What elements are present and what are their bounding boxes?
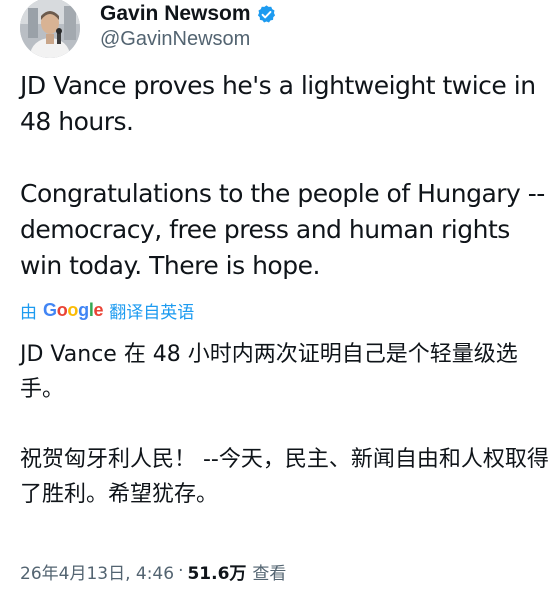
tweet-meta: 26年4月13日, 4:46 · 51.6万 查看	[20, 557, 286, 585]
author-handle[interactable]: @GavinNewsom	[100, 28, 277, 51]
author-display-name[interactable]: Gavin Newsom	[100, 2, 251, 26]
avatar[interactable]	[20, 0, 80, 58]
meta-separator: ·	[178, 561, 184, 581]
view-count: 51.6万	[187, 563, 247, 584]
tweet-header: Gavin Newsom @GavinNewsom	[20, 0, 540, 60]
tweet-timestamp[interactable]: 26年4月13日, 4:46	[20, 559, 174, 584]
display-name-row: Gavin Newsom	[100, 0, 277, 28]
translated-text: JD Vance 在 48 小时内两次证明自己是个轻量级选手。 祝贺匈牙利人民！…	[20, 337, 550, 512]
tweet: Gavin Newsom @GavinNewsom JD Vance prove…	[0, 0, 554, 593]
author-names: Gavin Newsom @GavinNewsom	[100, 0, 277, 51]
google-logo: Google	[43, 299, 104, 320]
translated-paragraph: JD Vance 在 48 小时内两次证明自己是个轻量级选手。	[20, 342, 518, 402]
tweet-paragraph: Congratulations to the people of Hungary…	[20, 179, 545, 280]
tweet-text: JD Vance proves he's a lightweight twice…	[20, 68, 550, 284]
translation-prefix: 由	[20, 302, 37, 323]
views-label: 查看	[252, 563, 287, 584]
tweet-paragraph: JD Vance proves he's a lightweight twice…	[20, 71, 536, 136]
avatar-image	[20, 0, 80, 58]
translation-suffix: 翻译自英语	[109, 302, 195, 323]
verified-badge-icon	[256, 4, 277, 25]
translation-attribution[interactable]: 由 Google 翻译自英语	[20, 297, 194, 323]
translated-paragraph: 祝贺匈牙利人民！ --今天，民主、新闻自由和人权取得了胜利。希望犹存。	[20, 447, 549, 507]
